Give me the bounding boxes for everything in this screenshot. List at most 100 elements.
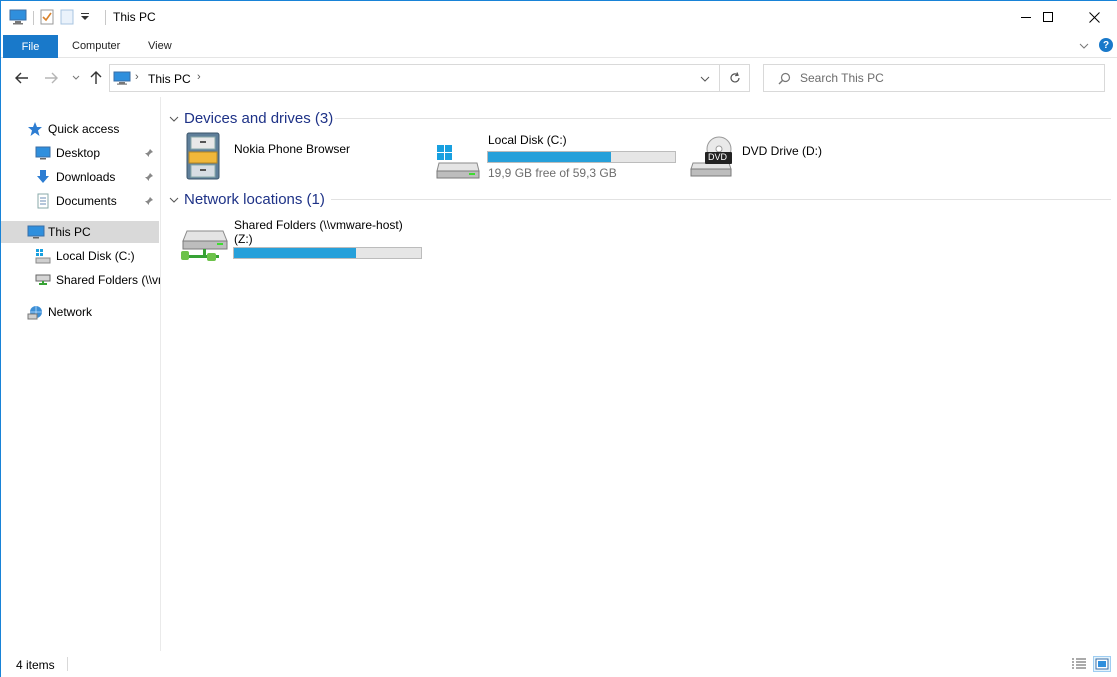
pin-icon[interactable] (144, 171, 154, 185)
item-local-disk[interactable]: Local Disk (C:) 19,9 GB free of 59,3 GB (435, 133, 685, 183)
breadcrumb-chevron-icon[interactable]: › (197, 71, 201, 83)
tab-view[interactable]: View (148, 40, 172, 52)
search-input[interactable] (800, 69, 1090, 87)
forward-button[interactable] (42, 69, 60, 87)
nav-item-quick-access[interactable]: Quick access (1, 118, 159, 140)
details-view-icon (1072, 658, 1086, 669)
star-icon (27, 121, 43, 137)
cabinet-icon (183, 131, 227, 184)
nav-label: Network (48, 305, 93, 319)
nav-item-network[interactable]: Network (1, 301, 159, 323)
nav-label: Downloads (56, 170, 116, 184)
nav-item-shared-folders[interactable]: Shared Folders (\\vmware-host) (Z:) (1, 269, 160, 291)
this-pc-icon (27, 224, 45, 240)
large-icons-view-button[interactable] (1093, 656, 1111, 672)
window-title: This PC (113, 10, 156, 24)
group-header-network[interactable]: Network locations (1) (163, 188, 1111, 210)
item-name-line2: (Z:) (234, 232, 253, 246)
network-drive-icon (179, 229, 229, 268)
item-name: DVD Drive (D:) (742, 144, 822, 158)
nav-item-downloads[interactable]: Downloads (1, 166, 159, 188)
large-icons-view-icon (1095, 658, 1109, 670)
navigation-bar: › This PC › (1, 59, 1117, 97)
forward-arrow-icon (45, 72, 58, 84)
group-divider (331, 199, 1111, 200)
details-view-button[interactable] (1070, 656, 1088, 672)
item-nokia-phone-browser[interactable]: Nokia Phone Browser (183, 131, 423, 183)
nav-item-local-disk[interactable]: Local Disk (C:) (1, 245, 159, 267)
item-name-line1: Shared Folders (\\vmware-host) (234, 218, 403, 232)
nav-label: Quick access (48, 122, 120, 136)
disk-usage-fill (488, 152, 612, 162)
content-pane: Devices and drives (3) Nokia Phone Brows… (163, 97, 1117, 651)
up-arrow-icon (90, 71, 102, 84)
drive-icon (35, 248, 51, 264)
document-icon (35, 193, 51, 209)
close-button[interactable] (1071, 1, 1117, 33)
breadcrumb-chevron-icon[interactable]: › (135, 71, 139, 83)
ribbon: File Computer View ? (1, 33, 1117, 58)
recent-locations-button[interactable] (67, 69, 85, 87)
network-drive-icon (35, 272, 51, 288)
search-box[interactable] (763, 64, 1105, 92)
dvd-icon: DVD (689, 135, 735, 182)
item-free-space: 19,9 GB free of 59,3 GB (488, 166, 617, 180)
breadcrumb-this-pc[interactable]: This PC (148, 72, 191, 86)
group-title: Devices and drives (3) (184, 110, 334, 127)
download-arrow-icon (35, 169, 51, 185)
item-shared-folders[interactable]: Shared Folders (\\vmware-host) (Z:) (179, 217, 449, 265)
disk-usage-fill (234, 248, 356, 258)
nav-label: Local Disk (C:) (56, 249, 135, 263)
navigation-pane: Quick access Desktop Downloads Documents… (1, 97, 161, 651)
item-name: Local Disk (C:) (488, 133, 567, 147)
nav-label: This PC (48, 225, 91, 239)
close-icon (1088, 11, 1100, 23)
group-header-devices[interactable]: Devices and drives (3) (163, 107, 1111, 129)
dvd-badge: DVD (708, 152, 728, 162)
back-arrow-icon (15, 72, 28, 84)
item-dvd-drive[interactable]: DVD DVD Drive (D:) (689, 135, 889, 183)
refresh-icon (729, 72, 740, 83)
nav-item-desktop[interactable]: Desktop (1, 142, 159, 164)
chevron-down-icon (169, 112, 179, 126)
refresh-button[interactable] (720, 64, 750, 92)
pin-icon[interactable] (144, 147, 154, 161)
search-icon (778, 72, 791, 88)
title-separator (105, 10, 106, 25)
tab-computer[interactable]: Computer (72, 40, 120, 52)
up-button[interactable] (87, 69, 105, 87)
quick-access-toolbar (9, 9, 90, 27)
chevron-down-icon (700, 76, 710, 82)
disk-usage-bar (487, 151, 676, 163)
title-bar: This PC (1, 1, 1117, 33)
dropdown-icon[interactable] (80, 11, 90, 25)
pin-icon[interactable] (144, 195, 154, 209)
back-button[interactable] (13, 69, 31, 87)
new-folder-icon[interactable] (60, 9, 74, 28)
help-icon[interactable]: ? (1099, 38, 1113, 52)
maximize-icon (1043, 12, 1053, 22)
nav-item-this-pc[interactable]: This PC (1, 221, 159, 243)
address-history-button[interactable] (700, 72, 710, 86)
chevron-down-icon (169, 193, 179, 207)
desktop-icon (35, 145, 51, 161)
drive-icon (435, 145, 481, 182)
group-divider (335, 118, 1111, 119)
chevron-down-icon (72, 75, 80, 80)
expand-ribbon-button[interactable] (1079, 39, 1089, 53)
this-pc-icon[interactable] (9, 9, 27, 28)
item-name: Nokia Phone Browser (234, 142, 351, 156)
status-separator (67, 657, 68, 671)
maximize-button[interactable] (1025, 1, 1071, 33)
item-count: 4 items (16, 658, 55, 672)
nav-item-documents[interactable]: Documents (1, 190, 159, 212)
tab-file[interactable]: File (3, 35, 58, 58)
explorer-window: This PC File Computer View ? › This PC ›… (0, 0, 1117, 677)
chevron-down-icon (1079, 43, 1089, 49)
nav-label: Documents (56, 194, 117, 208)
properties-icon[interactable] (40, 9, 54, 28)
nav-label: Desktop (56, 146, 101, 160)
network-icon (27, 304, 43, 320)
address-bar[interactable]: › This PC › (109, 64, 720, 92)
disk-usage-bar (233, 247, 422, 259)
